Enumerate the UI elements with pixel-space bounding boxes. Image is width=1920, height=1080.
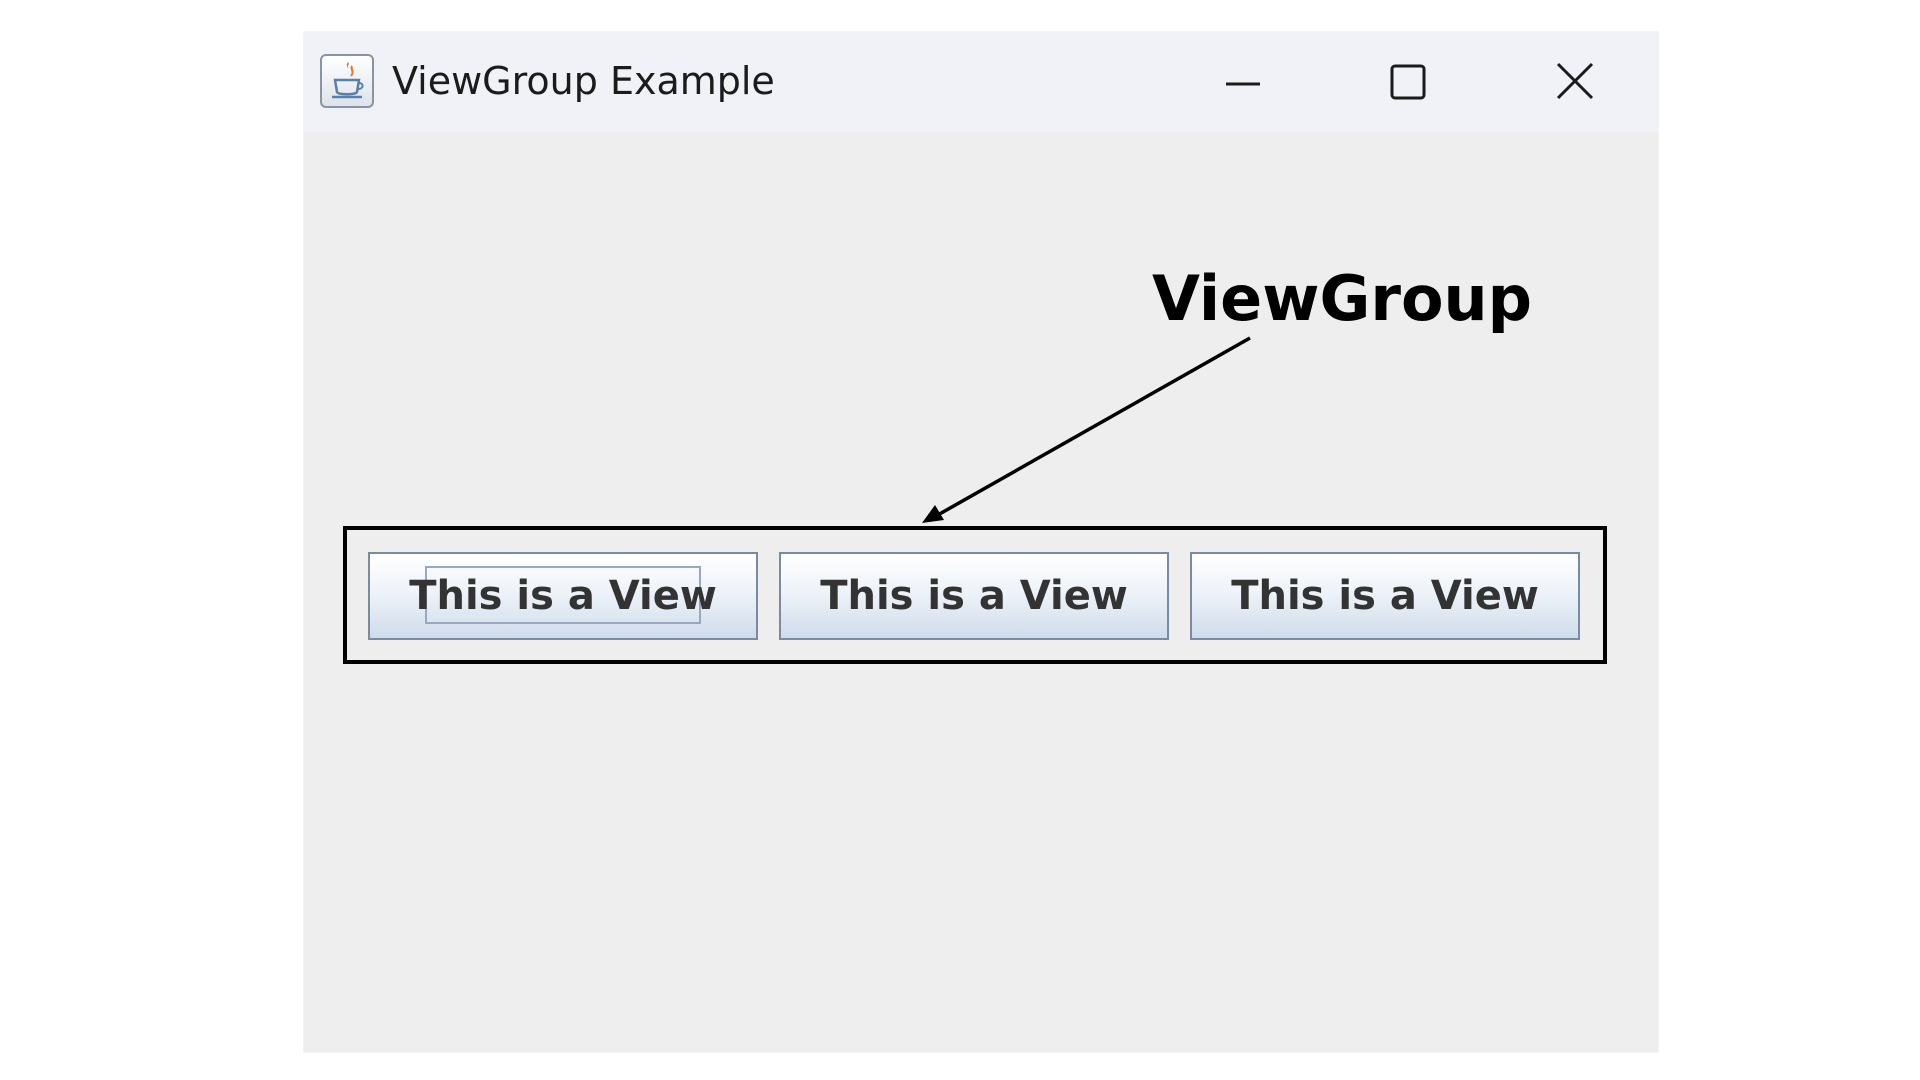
minimize-button[interactable] <box>1198 44 1288 116</box>
maximize-icon <box>1390 64 1426 100</box>
window-title: ViewGroup Example <box>392 59 775 103</box>
view-button-label: This is a View <box>1231 573 1539 619</box>
view-button-label: This is a View <box>820 573 1128 619</box>
viewgroup-annotation-label: ViewGroup <box>1152 262 1533 335</box>
view-button-1[interactable]: This is a View <box>368 552 758 640</box>
view-button-3[interactable]: This is a View <box>1190 552 1580 640</box>
view-button-label: This is a View <box>409 573 717 619</box>
view-button-2[interactable]: This is a View <box>779 552 1169 640</box>
minimize-icon <box>1226 82 1260 86</box>
close-button[interactable] <box>1530 44 1620 116</box>
java-coffee-cup-icon <box>320 54 374 108</box>
title-bar[interactable]: ViewGroup Example <box>304 32 1658 132</box>
close-icon <box>1556 62 1594 100</box>
maximize-button[interactable] <box>1364 44 1454 116</box>
